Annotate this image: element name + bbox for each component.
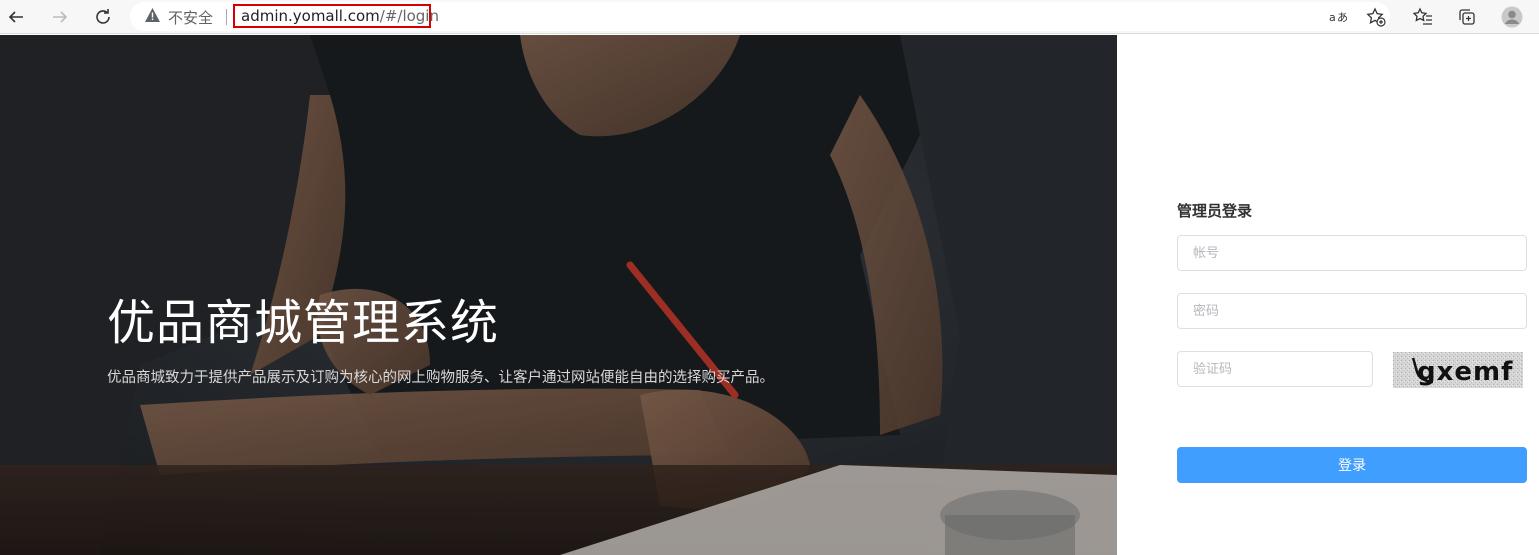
- hero-subtitle: 优品商城致力于提供产品展示及订购为核心的网上购物服务、让客户通过网站便能自由的选…: [107, 370, 774, 386]
- url-highlight[interactable]: admin.yomall.com/#/login: [233, 4, 439, 28]
- account-input[interactable]: [1178, 236, 1526, 270]
- login-title: 管理员登录: [1177, 202, 1253, 220]
- address-divider: [226, 9, 227, 25]
- warning-icon[interactable]: [144, 7, 161, 27]
- collections-icon[interactable]: [1454, 4, 1480, 30]
- login-panel: 管理员登录 gxemf 登录: [1117, 35, 1539, 555]
- account-field[interactable]: [1177, 235, 1527, 271]
- browser-toolbar: 不安全 admin.yomall.com/#/login aあ: [0, 0, 1539, 34]
- add-favorite-icon[interactable]: [1363, 4, 1389, 30]
- read-aloud-icon[interactable]: aあ: [1326, 4, 1352, 30]
- url-text: admin.yomall.com/#/login: [241, 7, 439, 25]
- back-arrow-icon[interactable]: [3, 4, 29, 30]
- captcha-text: gxemf: [1417, 357, 1513, 387]
- url-host: admin.yomall.com: [241, 7, 380, 25]
- hero-title: 优品商城管理系统: [107, 295, 500, 351]
- login-button[interactable]: 登录: [1177, 447, 1527, 483]
- favorites-icon[interactable]: [1410, 4, 1436, 30]
- svg-text:あ: あ: [1337, 11, 1348, 24]
- security-status-label[interactable]: 不安全: [168, 7, 213, 28]
- hero-banner: 优品商城管理系统 优品商城致力于提供产品展示及订购为核心的网上购物服务、让客户通…: [0, 35, 1117, 555]
- reload-icon[interactable]: [90, 4, 116, 30]
- captcha-field[interactable]: [1177, 351, 1373, 387]
- password-field[interactable]: [1177, 293, 1527, 329]
- profile-icon[interactable]: [1499, 4, 1525, 30]
- url-path: /#/login: [379, 7, 439, 25]
- password-input[interactable]: [1178, 294, 1526, 328]
- forward-arrow-icon[interactable]: [47, 4, 73, 30]
- svg-text:a: a: [1329, 11, 1336, 24]
- captcha-image[interactable]: gxemf: [1393, 352, 1523, 388]
- captcha-input[interactable]: [1178, 352, 1372, 386]
